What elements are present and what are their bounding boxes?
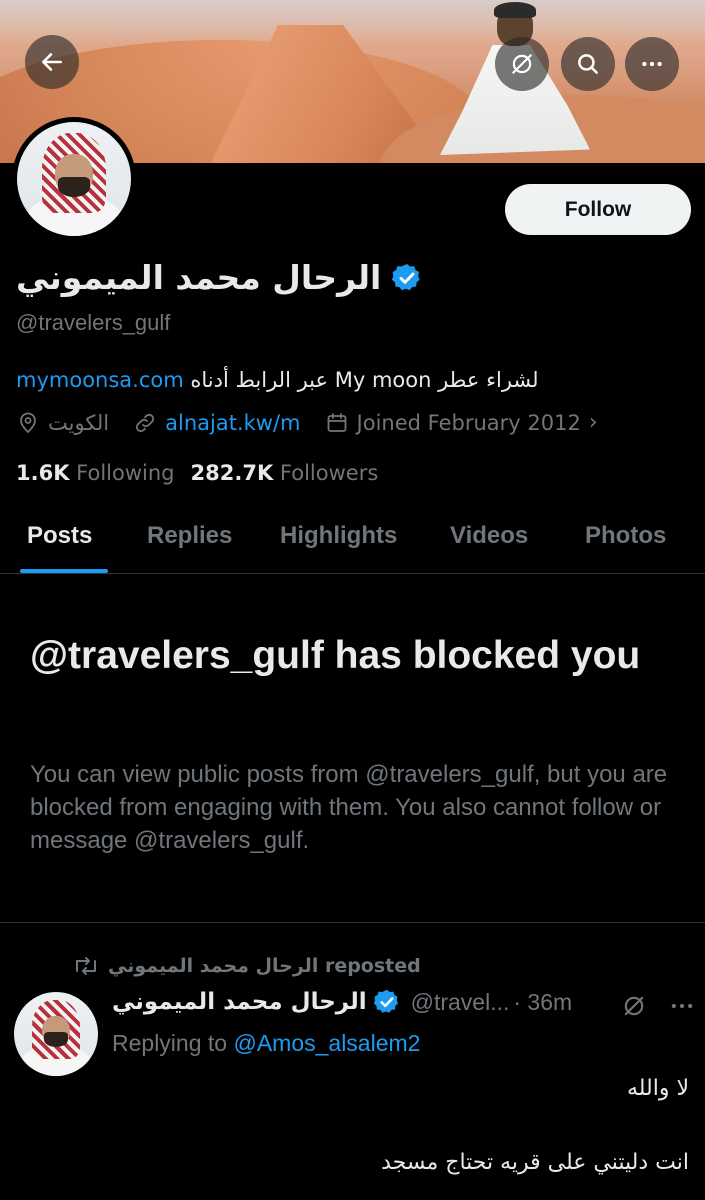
followers-stat[interactable]: 282.7K Followers (191, 461, 379, 485)
location-pin-icon (20, 412, 36, 433)
replying-to: Replying to @Amos_alsalem2 (112, 1030, 420, 1057)
grok-icon[interactable] (620, 992, 648, 1020)
active-tab-indicator (20, 569, 108, 573)
tab-posts[interactable]: Posts (27, 522, 92, 550)
location-text: الكويت (48, 410, 110, 435)
divider (0, 922, 705, 923)
profile-location: الكويت (16, 411, 109, 435)
tab-highlights[interactable]: Highlights (280, 522, 397, 550)
followers-count: 282.7K (190, 461, 274, 485)
profile-avatar[interactable] (12, 117, 136, 241)
display-name: الرحال محمد الميموني (16, 258, 382, 297)
back-button[interactable] (25, 35, 79, 89)
search-button[interactable] (561, 37, 615, 91)
search-icon (578, 54, 598, 74)
replying-to-link[interactable]: @Amos_alsalem2 (233, 1030, 420, 1056)
tweet-avatar[interactable] (14, 992, 98, 1076)
link-icon (136, 413, 155, 432)
profile-website[interactable]: alnajat.kw/m (133, 411, 301, 435)
followers-label: Followers (279, 461, 379, 485)
banner-figure-turban (494, 2, 536, 18)
repost-indicator[interactable]: الرحال محمد الميموني reposted (72, 954, 421, 978)
more-button[interactable] (625, 37, 679, 91)
profile-joined[interactable]: Joined February 2012 › (325, 410, 598, 435)
repost-icon (76, 957, 96, 975)
chevron-right-icon: › (588, 410, 598, 435)
arrow-left-icon (42, 53, 62, 71)
verified-badge-icon (373, 989, 398, 1013)
profile-name-row: الرحال محمد الميموني (16, 258, 423, 297)
profile-bio: mymoonsa.com عبر الرابط أدناه My moon لش… (16, 368, 539, 392)
blocked-title: @travelers_gulf has blocked you (30, 634, 641, 677)
tweet-author-handle: @travel... (410, 988, 510, 1015)
joined-text: Joined February 2012 (356, 410, 581, 435)
tab-replies[interactable]: Replies (147, 522, 232, 550)
profile-tabs: Posts Replies Highlights Videos Photos (0, 512, 705, 574)
tweet-text-line: لا والله (626, 1076, 689, 1101)
profile-handle: @travelers_gulf (16, 310, 171, 335)
replying-prefix: Replying to (112, 1030, 228, 1056)
calendar-icon (327, 412, 346, 432)
tweet-time[interactable]: · 36m (513, 989, 572, 1016)
profile-stats: 1.6K Following 282.7K Followers (16, 461, 378, 485)
follow-button[interactable]: Follow (505, 184, 691, 235)
tab-videos[interactable]: Videos (450, 522, 528, 550)
grok-button[interactable] (495, 37, 549, 91)
following-stat[interactable]: 1.6K Following (16, 461, 175, 485)
more-icon (642, 61, 662, 67)
tweet-actions (620, 992, 696, 1020)
avatar-photo (17, 122, 131, 236)
blocked-body: You can view public posts from @traveler… (30, 761, 668, 854)
grok-icon (512, 54, 532, 74)
tab-photos[interactable]: Photos (585, 522, 666, 550)
following-count: 1.6K (16, 461, 70, 485)
bio-text: عبر الرابط أدناه My moon لشراء عطر (183, 368, 539, 392)
following-label: Following (76, 461, 175, 485)
website-link[interactable]: alnajat.kw/m (165, 411, 300, 435)
profile-meta: الكويت alnajat.kw/m Joined February 2012… (16, 410, 622, 435)
repost-label: الرحال محمد الميموني reposted (108, 955, 421, 977)
tweet-author-name[interactable]: الرحال محمد الميموني (112, 989, 367, 1015)
more-icon[interactable] (668, 992, 696, 1020)
tweet-text-line: انت دليتني على قريه تحتاج مسجد (381, 1150, 689, 1175)
bio-link[interactable]: mymoonsa.com (16, 368, 184, 392)
tweet-header: الرحال محمد الميموني @travel... · 36m (112, 988, 572, 1016)
verified-badge-icon[interactable] (391, 262, 423, 294)
